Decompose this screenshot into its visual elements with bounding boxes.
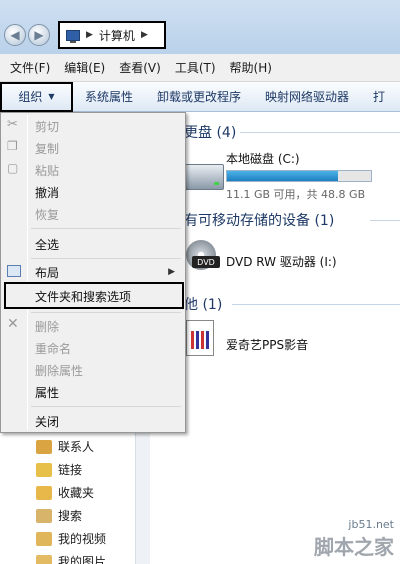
hard-drive-icon[interactable] [184,164,224,190]
menu-item-remove-properties: 删除属性 [35,364,84,378]
dvd-drive-label[interactable]: DVD RW 驱动器 (I:) [226,253,337,270]
menu-item-close[interactable]: 关闭 [35,413,59,430]
favorites-icon [36,485,52,500]
nav-item-label: 我的视频 [58,532,107,546]
menu-tools[interactable]: 工具(T) [175,59,216,76]
pps-label[interactable]: 爱奇艺PPS影音 [226,336,308,353]
local-disk-label[interactable]: 本地磁盘 (C:) [226,150,300,167]
nav-scrollbar[interactable] [135,432,150,564]
contacts-icon [36,439,52,454]
menu-item-redo: 恢复 [35,208,60,222]
nav-item-label: 搜索 [58,509,83,523]
nav-item-search[interactable]: 搜索 [36,507,82,524]
menu-item-layout[interactable]: 布局 [35,264,59,281]
delete-x-icon: ✕ [7,316,19,332]
computer-icon [66,29,80,43]
menu-item-undo[interactable]: 撤消 [35,184,59,201]
paste-icon: ▢ [7,161,19,175]
menu-help[interactable]: 帮助(H) [230,59,272,76]
videos-icon [36,531,52,546]
watermark-name: 脚本之家 [314,535,394,559]
menu-separator [31,228,181,229]
search-icon [36,508,52,523]
menu-edit[interactable]: 编辑(E) [64,59,105,76]
nav-item-favorites[interactable]: 收藏夹 [36,484,94,501]
group-divider [232,304,400,305]
menu-item-copy: 复制 [35,142,60,156]
group-header-hdd[interactable]: 更盘 (4) [184,122,236,142]
dvd-badge: DVD [192,256,220,268]
nav-item-label: 我的图片 [58,555,107,564]
nav-item-links[interactable]: 链接 [36,461,82,478]
group-divider [240,132,400,133]
nav-item-videos[interactable]: 我的视频 [36,530,106,547]
address-bar[interactable]: ▶ 计算机 ▶ [58,21,166,49]
links-icon [36,462,52,477]
disk-free-text: 11.1 GB 可用，共 48.8 GB [226,188,366,201]
nav-item-label: 收藏夹 [58,486,95,500]
menu-file[interactable]: 文件(F) [10,59,50,76]
nav-item-label: 链接 [58,463,83,477]
forward-arrow-icon: ▶ [34,28,44,42]
menu-item-folder-options[interactable]: 文件夹和搜索选项 [35,288,131,305]
title-bar: ◀ ▶ ▶ 计算机 ▶ [0,0,400,54]
open-control-panel-button[interactable]: 打 [361,88,397,105]
menu-item-rename: 重命名 [35,342,72,356]
menu-item-delete: 删除 [35,320,60,334]
organize-label: 组织 [18,90,43,104]
submenu-arrow-icon: ▶ [168,267,175,277]
organize-menu: ✂ 剪切 ❐ 复制 ▢ 粘贴 撤消 恢复 全选 布局 ▶ 文件夹和搜索选项 ✕ … [0,112,186,433]
menu-item-cut: 剪切 [35,120,60,134]
nav-item-pictures[interactable]: 我的图片 [36,553,106,564]
menu-gutter [27,115,28,430]
pps-grid-icon [191,331,209,349]
menu-separator [31,406,181,407]
system-properties-button[interactable]: 系统属性 [73,88,145,105]
group-header-other[interactable]: 他 (1) [184,294,222,314]
dropdown-arrow-icon: ▼ [48,92,55,101]
watermark-url: jb51.net [348,518,394,531]
group-header-removable[interactable]: 有可移动存储的设备 (1) [184,210,334,230]
command-toolbar: 组织 ▼ 系统属性 卸载或更改程序 映射网络驱动器 打 [0,81,400,112]
pictures-icon [36,554,52,564]
pps-shortcut-icon[interactable] [186,320,214,356]
uninstall-program-button[interactable]: 卸载或更改程序 [145,88,253,105]
organize-button[interactable]: 组织 ▼ [0,81,73,112]
menu-bar: 文件(F) 编辑(E) 查看(V) 工具(T) 帮助(H) [0,54,400,82]
breadcrumb-arrow-icon[interactable]: ▶ [141,30,148,40]
menu-item-paste: 粘贴 [35,164,60,178]
menu-item-properties[interactable]: 属性 [35,384,59,401]
disk-capacity-bar [226,170,372,182]
forward-button[interactable]: ▶ [28,24,50,46]
group-divider [370,220,400,221]
nav-item-contacts[interactable]: 联系人 [36,438,94,455]
map-network-drive-button[interactable]: 映射网络驱动器 [253,88,361,105]
content-pane: 更盘 (4) 本地磁盘 (C:) 11.1 GB 可用，共 48.8 GB 有可… [150,112,400,564]
address-path[interactable]: 计算机 [99,27,135,44]
layout-icon [7,265,21,277]
scissors-icon: ✂ [7,117,18,132]
disk-capacity-fill [227,171,338,181]
menu-separator [31,258,181,259]
breadcrumb-arrow-icon[interactable]: ▶ [86,30,93,40]
menu-item-select-all[interactable]: 全选 [35,236,59,253]
menu-view[interactable]: 查看(V) [119,59,161,76]
back-arrow-icon: ◀ [10,28,20,42]
copy-icon: ❐ [7,139,18,153]
nav-item-label: 联系人 [58,440,95,454]
site-watermark: jb51.net 脚本之家 [314,518,394,560]
back-button[interactable]: ◀ [4,24,26,46]
menu-separator [31,312,181,313]
